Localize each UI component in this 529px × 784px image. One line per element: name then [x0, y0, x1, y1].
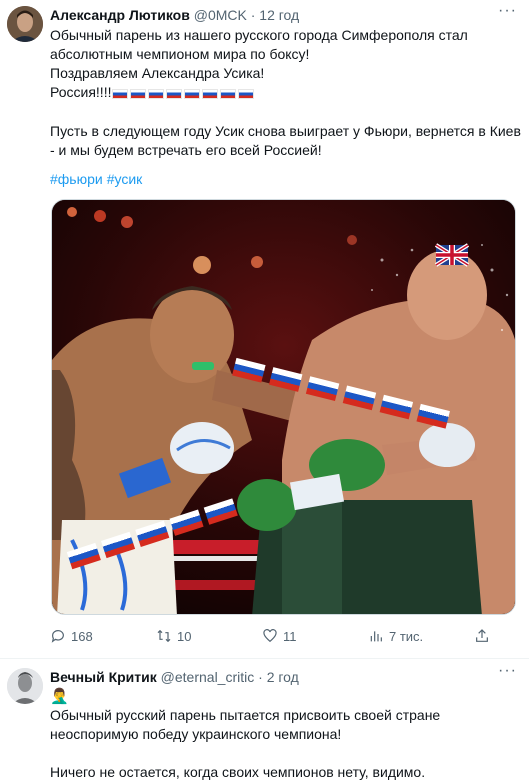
tweet-text-line: Обычный парень из нашего русского города…: [50, 27, 468, 43]
avatar-image: [7, 6, 43, 42]
tweet-text-line: Ничего не остается, когда своих чемпионо…: [50, 764, 426, 780]
avatar[interactable]: [7, 6, 43, 42]
uk-flag-icon: [434, 243, 470, 267]
russia-flag-icon: [220, 88, 237, 99]
russia-flag-icon: [166, 88, 183, 99]
views-count: 7 тис.: [389, 628, 424, 644]
share-icon: [476, 629, 488, 642]
boxing-match-photo: [52, 200, 515, 614]
tweet-text-russia: Россия!!!!: [50, 84, 112, 100]
reply-count: 168: [71, 628, 93, 644]
retweet-icon: [157, 629, 171, 643]
tweet-text-line: - и мы будем встречать его всей Россией!: [50, 141, 322, 158]
retweet-button[interactable]: 10: [156, 628, 191, 644]
russia-flag-icon: [148, 88, 165, 99]
russia-flag-icon: [112, 88, 129, 99]
tweet-text-line: Поздравляем Александра Усика!: [50, 65, 265, 81]
reply-button[interactable]: 168: [50, 628, 93, 644]
russian-flag-emojis: [112, 84, 256, 103]
reply-icon: [51, 630, 64, 643]
russia-flag-icon: [130, 88, 147, 99]
author-name[interactable]: Вечный Критик: [50, 669, 157, 685]
tweet-header: Александр Лютиков @0MCK · 12 год: [50, 6, 299, 24]
tweet-text-line: Пусть в следующем году Усик снова выигра…: [50, 122, 521, 139]
tweet-photo[interactable]: [51, 199, 516, 615]
reply-tweet[interactable]: Вечный Критик @eternal_critic · 2 год ··…: [0, 660, 529, 784]
more-options-button[interactable]: ···: [498, 2, 517, 20]
russia-flag-icon: [184, 88, 201, 99]
tweet-time[interactable]: 12 год: [259, 7, 299, 23]
separator: ·: [250, 7, 256, 23]
tweet[interactable]: Александр Лютиков @0MCK · 12 год ··· Обы…: [0, 0, 529, 659]
tweet-actions: 168 10 11 7 тис.: [50, 628, 520, 648]
avatar-image: [7, 668, 43, 704]
tweet-time[interactable]: 2 год: [267, 669, 299, 685]
like-button[interactable]: 11: [262, 628, 297, 644]
hashtag-fury[interactable]: #фьюри: [50, 171, 103, 187]
separator: ·: [258, 669, 263, 685]
russia-flag-icon: [238, 88, 255, 99]
author-name[interactable]: Александр Лютиков: [50, 7, 190, 23]
facepalm-emoji-icon: 🤦‍♂️: [50, 688, 69, 705]
tweet-text: Обычный парень из нашего русского города…: [50, 26, 521, 160]
author-handle[interactable]: @0MCK: [194, 7, 247, 23]
tweet-text-line: неоспоримую победу украинского чемпиона!: [50, 726, 342, 742]
hashtag-usyk[interactable]: #усик: [107, 171, 143, 187]
share-button[interactable]: [474, 628, 490, 644]
tweet-text-line-flags: Россия!!!!: [50, 83, 521, 103]
tweet-text: 🤦‍♂️ Обычный русский парень пытается при…: [50, 687, 521, 782]
retweet-count: 10: [177, 628, 192, 644]
more-options-button[interactable]: ···: [498, 662, 517, 680]
like-count: 11: [283, 628, 297, 644]
author-handle[interactable]: @eternal_critic: [161, 669, 255, 685]
views-chart-icon: [370, 631, 382, 642]
russia-flag-icon: [202, 88, 219, 99]
heart-icon: [263, 629, 277, 643]
hashtags: #фьюри #усик: [50, 170, 146, 189]
avatar[interactable]: [7, 668, 43, 704]
tweet-text-line: абсолютным чемпионом мира по боксу!: [50, 46, 310, 62]
tweet-header: Вечный Критик @eternal_critic · 2 год: [50, 668, 299, 686]
tweet-text-line: Обычный русский парень пытается присвоит…: [50, 707, 441, 723]
views-button[interactable]: 7 тис.: [368, 628, 423, 644]
